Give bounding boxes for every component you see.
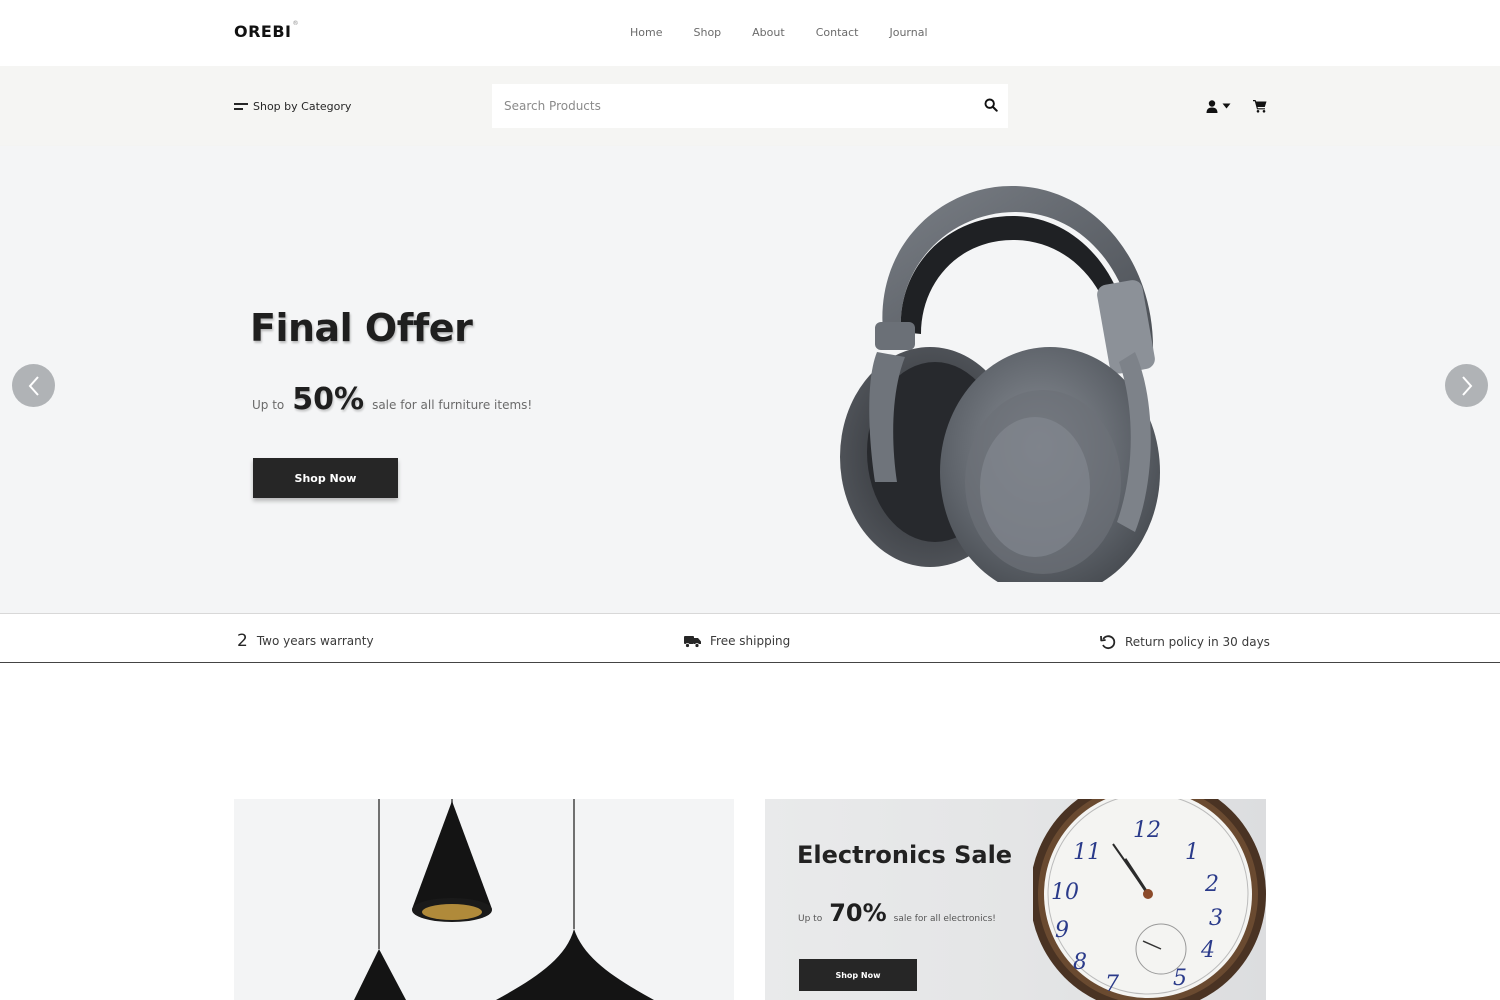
promo-card-lamps[interactable] (234, 799, 734, 1000)
carousel-prev-button[interactable] (12, 364, 55, 407)
features-strip: 2 Two years warranty Free shipping Retur… (0, 614, 1500, 663)
electronics-offer-value: 70% (829, 899, 887, 927)
hero-banner: Final Offer Up to 50% sale for all furni… (0, 146, 1500, 614)
svg-text:11: 11 (1073, 840, 1101, 865)
warranty-number: 2 (237, 631, 248, 651)
svg-text:8: 8 (1073, 950, 1087, 975)
top-navbar: OREBI® Home Shop About Contact Journal (0, 0, 1500, 66)
hero-offer-prefix: Up to (252, 398, 285, 412)
search-icon[interactable] (984, 98, 998, 112)
svg-text:4: 4 (1200, 938, 1215, 963)
user-icon (1206, 99, 1218, 113)
chevron-left-icon (28, 375, 39, 396)
feature-warranty-label: Two years warranty (256, 634, 374, 648)
nav-journal[interactable]: Journal (889, 26, 927, 39)
search-box (492, 84, 1008, 128)
promo-card-electronics[interactable]: 12 1 2 3 4 5 11 10 9 8 7 Electronics Sal… (765, 799, 1266, 1000)
return-icon (1100, 635, 1116, 650)
logo-text: OREBI (234, 22, 292, 41)
truck-icon (684, 635, 701, 648)
svg-text:2: 2 (1204, 872, 1219, 897)
carousel-next-button[interactable] (1445, 364, 1488, 407)
caret-down-icon (1222, 103, 1231, 109)
cart-icon[interactable] (1253, 99, 1267, 113)
pocket-watch-image: 12 1 2 3 4 5 11 10 9 8 7 (1033, 799, 1266, 1000)
electronics-shop-now-button[interactable]: Shop Now (799, 959, 917, 991)
main-nav: Home Shop About Contact Journal (630, 26, 928, 39)
nav-home[interactable]: Home (630, 26, 662, 39)
nav-shop[interactable]: Shop (693, 26, 721, 39)
feature-shipping-label: Free shipping (710, 634, 791, 648)
feature-shipping: Free shipping (684, 634, 790, 648)
hero-shop-now-button[interactable]: Shop Now (253, 458, 398, 498)
svg-text:3: 3 (1209, 906, 1223, 931)
electronics-offer-prefix: Up to (798, 914, 823, 924)
menu-icon (234, 102, 248, 111)
search-input[interactable] (492, 86, 962, 126)
svg-text:12: 12 (1133, 818, 1161, 843)
hero-title: Final Offer (250, 306, 473, 350)
shop-by-category-label: Shop by Category (253, 100, 352, 113)
svg-text:10: 10 (1051, 880, 1079, 905)
headphones-image (840, 185, 1160, 582)
nav-about[interactable]: About (752, 26, 785, 39)
electronics-offer-suffix: sale for all electronics! (893, 914, 996, 924)
hero-offer-value: 50% (292, 382, 365, 417)
hero-offer-suffix: sale for all furniture items! (372, 398, 533, 412)
feature-return-label: Return policy in 30 days (1125, 635, 1270, 649)
electronics-sale-title: Electronics Sale (797, 841, 1013, 869)
electronics-offer-line: Up to 70% sale for all electronics! (798, 899, 996, 927)
nav-contact[interactable]: Contact (816, 26, 859, 39)
feature-return: Return policy in 30 days (1100, 634, 1270, 650)
account-menu-button[interactable] (1206, 98, 1236, 114)
logo-mark: ® (292, 20, 299, 27)
category-search-bar: Shop by Category (0, 66, 1500, 146)
svg-text:1: 1 (1185, 840, 1199, 865)
svg-text:7: 7 (1105, 972, 1119, 997)
shop-by-category-button[interactable]: Shop by Category (234, 100, 351, 113)
svg-text:9: 9 (1055, 918, 1069, 943)
pendant-lamps-image (354, 799, 654, 1000)
site-logo[interactable]: OREBI® (234, 20, 299, 41)
chevron-right-icon (1461, 375, 1472, 396)
feature-warranty: 2 Two years warranty (237, 631, 374, 651)
hero-offer-line: Up to 50% sale for all furniture items! (252, 382, 532, 417)
